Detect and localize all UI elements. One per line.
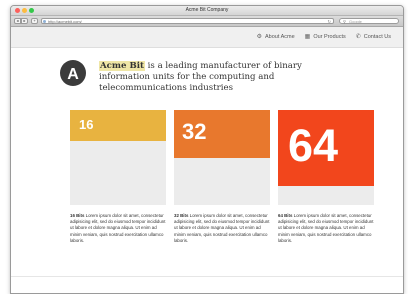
add-bookmark-button[interactable]: + xyxy=(31,18,38,24)
window-title: Acme Bit Company xyxy=(185,7,229,13)
desc-32-title: 32 Bits xyxy=(174,213,189,218)
logo-letter: A xyxy=(67,66,79,83)
reload-icon[interactable]: ↻ xyxy=(328,19,331,24)
footer-divider xyxy=(11,276,403,277)
desc-16-title: 16 Bits xyxy=(70,213,85,218)
desc-16-body: Lorem ipsum dolor sit amet, consectetur … xyxy=(70,213,166,243)
product-tile-32[interactable]: 32 xyxy=(174,110,270,205)
search-placeholder: Google xyxy=(349,19,362,24)
phone-icon: ✆ xyxy=(355,34,361,40)
logo-a-icon: A xyxy=(67,66,79,83)
nav-contact[interactable]: ✆ Contact Us xyxy=(356,32,391,42)
url-text: http://acmebit.com/ xyxy=(48,19,82,24)
nav-products-label: Our Products xyxy=(313,34,346,40)
desc-64-body: Lorem ipsum dolor sit amet, consectetur … xyxy=(278,213,374,243)
back-button[interactable]: ◂ xyxy=(14,18,21,24)
product-description-16: 16 Bits Lorem ipsum dolor sit amet, cons… xyxy=(70,213,168,244)
product-description-64: 64 Bits Lorem ipsum dolor sit amet, cons… xyxy=(278,213,376,244)
product-description-32: 32 Bits Lorem ipsum dolor sit amet, cons… xyxy=(174,213,272,244)
intro-text: Acme Bit is a leading manufacturer of bi… xyxy=(99,61,349,94)
site-header: ⚙ About Acme ▦ Our Products ✆ Contact Us xyxy=(11,27,403,48)
search-input[interactable]: ⚲ Google xyxy=(339,18,399,24)
desc-64-title: 64 Bits xyxy=(278,213,293,218)
tile-32-number: 32 xyxy=(182,119,207,144)
acme-logo[interactable]: A xyxy=(60,60,86,86)
site-nav: ⚙ About Acme ▦ Our Products ✆ Contact Us xyxy=(257,32,391,42)
tile-16-swatch: 16 xyxy=(70,110,166,141)
tile-16-number: 16 xyxy=(79,117,94,132)
nav-about-label: About Acme xyxy=(265,34,295,40)
brand-name: Acme Bit xyxy=(99,61,145,71)
nav-about[interactable]: ⚙ About Acme xyxy=(257,32,295,42)
globe-icon xyxy=(43,20,46,23)
forward-button[interactable]: ▸ xyxy=(21,18,28,24)
gear-icon: ⚙ xyxy=(256,34,262,40)
nav-contact-label: Contact Us xyxy=(363,34,391,40)
tile-64-swatch: 64 xyxy=(278,110,374,186)
browser-toolbar: ◂ ▸ + http://acmebit.com/ ↻ ⚲ Google xyxy=(11,16,403,27)
product-tile-16[interactable]: 16 xyxy=(70,110,166,205)
nav-products[interactable]: ▦ Our Products xyxy=(305,32,346,42)
title-bar: Acme Bit Company xyxy=(11,6,403,16)
search-icon: ⚲ xyxy=(343,19,346,24)
address-bar[interactable]: http://acmebit.com/ ↻ xyxy=(41,18,334,24)
browser-window: Acme Bit Company ◂ ▸ + http://acmebit.co… xyxy=(10,5,404,294)
product-tile-64[interactable]: 64 xyxy=(278,110,374,205)
grid-icon: ▦ xyxy=(304,34,311,40)
tile-64-number: 64 xyxy=(288,120,339,171)
tile-32-swatch: 32 xyxy=(174,110,270,158)
desc-32-body: Lorem ipsum dolor sit amet, consectetur … xyxy=(174,213,270,243)
